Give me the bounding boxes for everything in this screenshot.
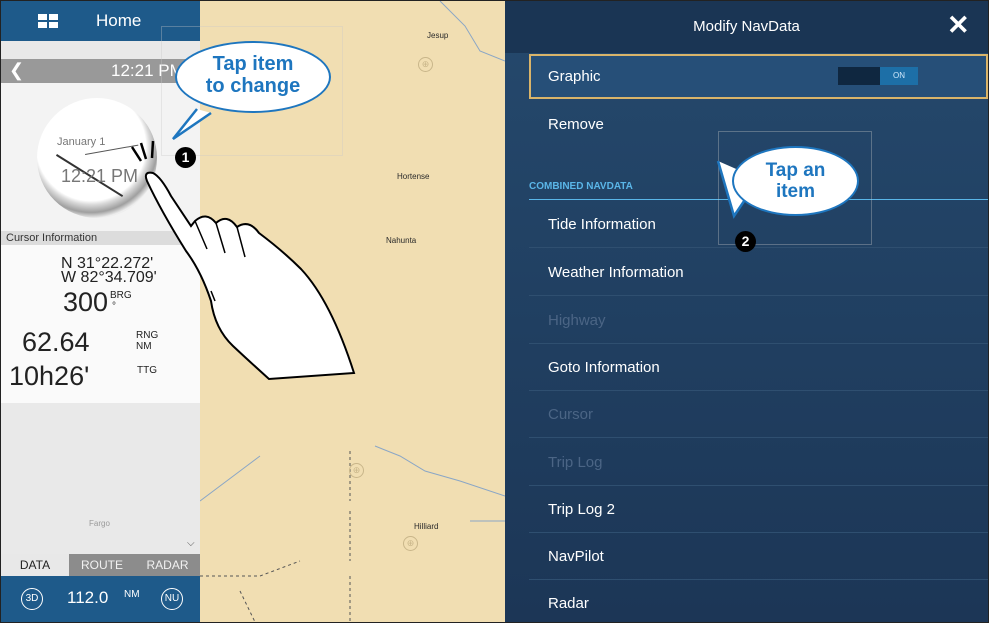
- panel-header: Modify NavData ✕: [505, 1, 988, 53]
- toggle-state: ON: [880, 67, 918, 85]
- chevron-down-icon[interactable]: ⌵: [187, 538, 195, 549]
- callout-tap-item: Tap item to change: [175, 41, 331, 113]
- north-up-button[interactable]: NU: [161, 588, 183, 610]
- panel-title: Modify NavData: [693, 18, 800, 35]
- range-readout: 112.0: [67, 588, 109, 607]
- range-readout-unit: NM: [124, 589, 140, 600]
- tab-radar[interactable]: RADAR: [135, 554, 200, 576]
- close-icon[interactable]: ✕: [947, 11, 970, 39]
- bearing-unit: BRG: [110, 290, 132, 301]
- callout-line: Tap item: [212, 53, 294, 75]
- callout-line: item: [775, 181, 816, 202]
- ttg-value: 10h26': [9, 361, 90, 391]
- back-chevron-icon[interactable]: ❮: [9, 60, 24, 81]
- step-number: 1: [175, 147, 196, 168]
- town-label: Hortense: [397, 172, 430, 181]
- navdata-tabs: DATA ROUTE RADAR: [1, 554, 200, 576]
- callout-tap-an-item: Tap an item: [732, 146, 859, 216]
- bearing-value: 300: [63, 287, 109, 317]
- callout-line: to change: [205, 75, 301, 97]
- ttg-unit: TTG: [137, 365, 157, 376]
- graphic-row[interactable]: Graphic ON: [529, 54, 988, 99]
- list-item-goto-information[interactable]: Goto Information: [529, 344, 988, 391]
- town-label: Fargo: [89, 519, 110, 528]
- bearing-degree: °: [112, 301, 116, 312]
- list-item-weather-information[interactable]: Weather Information: [529, 249, 988, 296]
- graphic-label: Graphic: [548, 68, 601, 85]
- section-combined-navdata: COMBINED NAVDATA: [529, 181, 633, 192]
- range-unit: RNG: [136, 330, 159, 341]
- modify-navdata-panel: Modify NavData ✕ Graphic ON Remove COMBI…: [505, 1, 988, 622]
- map-marker-icon: ⊕: [349, 463, 364, 478]
- list-item-trip-log: Trip Log: [529, 439, 988, 486]
- list-item-cursor: Cursor: [529, 391, 988, 438]
- list-item-trip-log-2[interactable]: Trip Log 2: [529, 486, 988, 533]
- range-nm-unit: NM: [136, 341, 152, 352]
- home-grid-icon[interactable]: [38, 14, 58, 28]
- app-frame: ⊕ ⊕ ⊕ Jesup Hortense Nahunta Hilliard Ho…: [0, 0, 989, 623]
- list-item-radar[interactable]: Radar: [529, 580, 988, 622]
- analog-clock-icon: January 1 12:21 PM: [37, 98, 157, 218]
- map-marker-icon: ⊕: [403, 536, 418, 551]
- tab-route[interactable]: ROUTE: [69, 554, 135, 576]
- tab-data[interactable]: DATA: [1, 554, 69, 576]
- cursor-info-navdata[interactable]: N 31°22.272' W 82°34.709' 300 BRG ° 62.6…: [1, 245, 200, 403]
- town-label: Jesup: [427, 31, 449, 40]
- clock-date: January 1: [57, 136, 106, 148]
- callout-line: Tap an: [765, 160, 826, 181]
- 3d-button[interactable]: 3D: [21, 588, 43, 610]
- cursor-info-header: Cursor Information: [1, 231, 200, 245]
- town-label: Nahunta: [386, 236, 417, 245]
- home-title[interactable]: Home: [96, 11, 141, 31]
- list-item-highway: Highway: [529, 297, 988, 344]
- step-number: 2: [735, 231, 756, 252]
- clock-time: 12:21 PM: [61, 166, 139, 186]
- map-marker-icon: ⊕: [418, 57, 433, 72]
- range-bar: 3D 112.0 NM NU: [1, 576, 200, 622]
- town-label: Hilliard: [414, 522, 439, 531]
- list-item-navpilot[interactable]: NavPilot: [529, 533, 988, 580]
- cursor-position: N 31°22.272' W 82°34.709': [61, 256, 157, 286]
- range-value: 62.64: [22, 327, 90, 357]
- longitude: W 82°34.709': [61, 269, 157, 286]
- graphic-toggle[interactable]: ON: [838, 67, 918, 85]
